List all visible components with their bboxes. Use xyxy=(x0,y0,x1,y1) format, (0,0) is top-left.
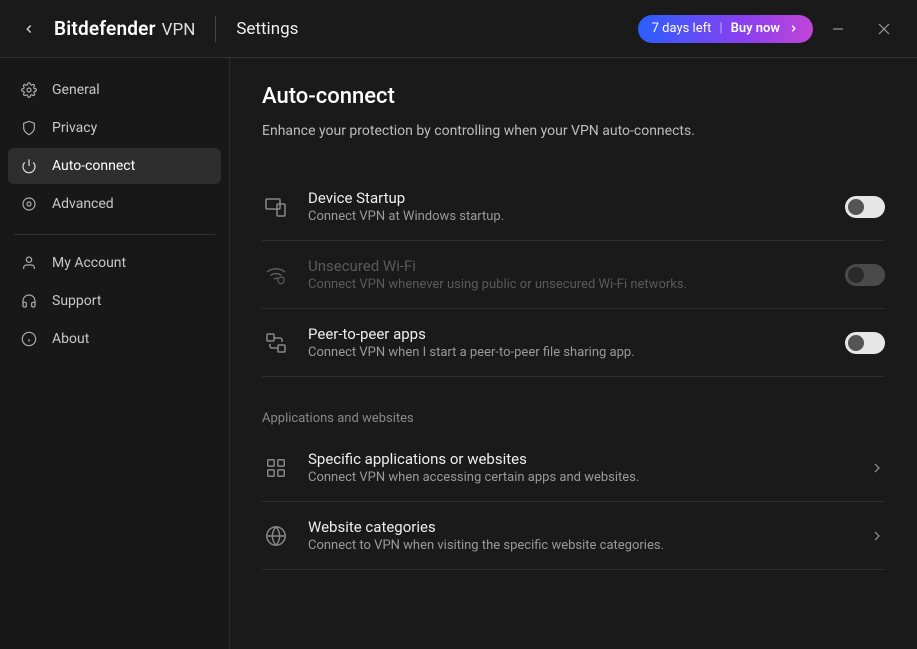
setting-desc: Connect VPN whenever using public or uns… xyxy=(308,277,845,292)
nav-row-desc: Connect VPN when accessing certain apps … xyxy=(308,470,869,485)
sidebar-item-label: Support xyxy=(52,293,101,309)
shield-icon xyxy=(20,119,38,137)
toggle-unsecured-wifi xyxy=(845,264,885,286)
nav-row-title: Website categories xyxy=(308,518,869,536)
headset-icon xyxy=(20,292,38,310)
title-divider xyxy=(215,16,216,42)
sidebar-item-auto-connect[interactable]: Auto-connect xyxy=(8,148,221,184)
main-content: Auto-connect Enhance your protection by … xyxy=(230,58,917,649)
app-window: Bitdefender VPN Settings 7 days left | B… xyxy=(0,0,917,649)
sidebar-item-advanced[interactable]: Advanced xyxy=(8,186,221,222)
sidebar-item-about[interactable]: About xyxy=(8,321,221,357)
back-button[interactable] xyxy=(18,18,40,40)
minimize-icon xyxy=(832,23,844,35)
info-icon xyxy=(20,330,38,348)
setting-title: Device Startup xyxy=(308,189,845,207)
sidebar-divider xyxy=(14,234,215,235)
trial-days-left: 7 days left xyxy=(652,21,712,36)
content-title: Auto-connect xyxy=(262,84,885,109)
brand: Bitdefender VPN xyxy=(54,17,195,40)
body: General Privacy Auto-connect Advanced xyxy=(0,58,917,649)
section-label: Applications and websites xyxy=(262,411,885,426)
close-button[interactable] xyxy=(863,14,905,44)
apps-grid-icon xyxy=(262,454,290,482)
toggle-p2p[interactable] xyxy=(845,332,885,354)
chevron-right-icon xyxy=(869,460,885,476)
setting-title: Peer-to-peer apps xyxy=(308,325,845,343)
setting-desc: Connect VPN at Windows startup. xyxy=(308,209,845,224)
trial-buy-pill[interactable]: 7 days left | Buy now xyxy=(638,15,813,43)
minimize-button[interactable] xyxy=(817,14,859,44)
nav-row-title: Specific applications or websites xyxy=(308,450,869,468)
globe-icon xyxy=(262,522,290,550)
sliders-icon xyxy=(20,195,38,213)
nav-row-desc: Connect to VPN when visiting the specifi… xyxy=(308,538,869,553)
power-icon xyxy=(20,157,38,175)
brand-name: Bitdefender xyxy=(54,17,156,40)
sidebar-item-label: General xyxy=(52,82,100,98)
sidebar-item-label: Auto-connect xyxy=(52,158,135,174)
chevron-right-icon xyxy=(869,528,885,544)
p2p-icon xyxy=(262,329,290,357)
gear-icon xyxy=(20,81,38,99)
close-icon xyxy=(878,23,890,35)
chevron-right-icon xyxy=(788,23,799,34)
user-icon xyxy=(20,254,38,272)
sidebar: General Privacy Auto-connect Advanced xyxy=(0,58,230,649)
sidebar-item-label: Privacy xyxy=(52,120,97,136)
sidebar-item-support[interactable]: Support xyxy=(8,283,221,319)
sidebar-item-general[interactable]: General xyxy=(8,72,221,108)
setting-device-startup: Device Startup Connect VPN at Windows st… xyxy=(262,173,885,241)
titlebar: Bitdefender VPN Settings 7 days left | B… xyxy=(0,0,917,58)
sidebar-item-label: Advanced xyxy=(52,196,114,212)
content-subtitle: Enhance your protection by controlling w… xyxy=(262,123,885,139)
sidebar-item-label: About xyxy=(52,331,89,347)
buy-now-label: Buy now xyxy=(731,21,780,36)
sidebar-item-my-account[interactable]: My Account xyxy=(8,245,221,281)
page-title: Settings xyxy=(236,19,298,39)
wifi-shield-icon xyxy=(262,261,290,289)
nav-website-categories[interactable]: Website categories Connect to VPN when v… xyxy=(262,502,885,570)
toggle-device-startup[interactable] xyxy=(845,196,885,218)
setting-desc: Connect VPN when I start a peer-to-peer … xyxy=(308,345,845,360)
chevron-left-icon xyxy=(22,22,36,36)
pill-divider: | xyxy=(719,21,722,36)
sidebar-item-privacy[interactable]: Privacy xyxy=(8,110,221,146)
setting-title: Unsecured Wi-Fi xyxy=(308,257,845,275)
sidebar-item-label: My Account xyxy=(52,255,126,271)
device-icon xyxy=(262,193,290,221)
setting-unsecured-wifi: Unsecured Wi-Fi Connect VPN whenever usi… xyxy=(262,241,885,309)
nav-specific-apps[interactable]: Specific applications or websites Connec… xyxy=(262,434,885,502)
brand-product: VPN xyxy=(162,20,196,40)
setting-p2p: Peer-to-peer apps Connect VPN when I sta… xyxy=(262,309,885,377)
